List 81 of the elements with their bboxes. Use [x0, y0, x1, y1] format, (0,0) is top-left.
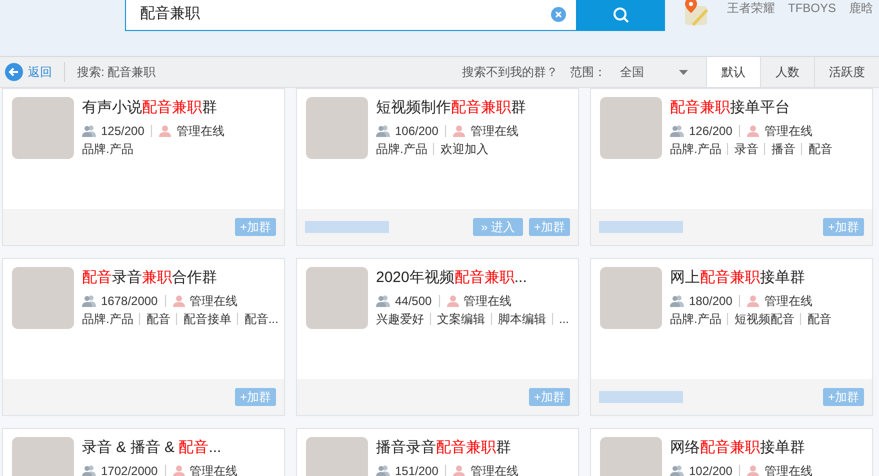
member-count: 102/200 [689, 463, 732, 476]
group-tag: 品牌.产品 [82, 310, 134, 328]
group-tag: 文案编辑 [437, 310, 485, 328]
member-count: 44/500 [395, 293, 432, 310]
group-title[interactable]: 配音录音兼职合作群 [82, 267, 278, 289]
group-tag: 配音... [244, 310, 278, 328]
admin-status: 管理在线 [176, 123, 224, 140]
person-icon [747, 295, 760, 307]
person-icon [747, 465, 760, 476]
person-icon [747, 125, 760, 137]
avatar-placeholder [600, 267, 662, 329]
search-field[interactable]: 配音兼职 [125, 0, 577, 31]
member-count: 125/200 [101, 123, 144, 140]
admin-status: 管理在线 [190, 293, 238, 310]
group-tag: 品牌.产品 [82, 140, 134, 158]
map-pin-icon[interactable] [683, 0, 709, 26]
member-count: 106/200 [395, 123, 438, 140]
admin-status: 管理在线 [764, 123, 812, 140]
avatar-placeholder [12, 267, 74, 329]
person-icon [159, 125, 172, 137]
members-icon [376, 465, 390, 476]
admin-status: 管理在线 [464, 293, 512, 310]
group-tag: 录音 [734, 140, 758, 158]
members-icon [670, 125, 684, 137]
member-count: 180/200 [689, 293, 732, 310]
clear-icon[interactable] [551, 7, 566, 22]
group-title[interactable]: 短视频制作配音兼职群 [376, 97, 526, 119]
member-count: 126/200 [689, 123, 732, 140]
group-tag: 兴趣爱好 [376, 310, 424, 328]
hot-search-link[interactable]: 王者荣耀 [727, 0, 775, 17]
range-dropdown[interactable]: 全国 [620, 63, 688, 81]
hot-search-link[interactable]: TFBOYS [788, 0, 836, 17]
avatar-placeholder [306, 97, 368, 159]
members-icon [670, 465, 684, 476]
group-tag: 配音接单 [183, 310, 232, 328]
group-title[interactable]: 2020年视频配音兼职... [376, 267, 570, 289]
person-icon [453, 465, 466, 476]
group-tag: 脚本编辑 [498, 310, 546, 328]
person-icon [172, 295, 185, 307]
group-tag: 播音 [771, 140, 796, 158]
hot-search-link[interactable]: 鹿晗 [849, 0, 874, 17]
members-icon [82, 295, 96, 307]
not-found-link[interactable]: 搜索不到我的群？ [462, 63, 558, 81]
admin-status: 管理在线 [470, 123, 518, 140]
group-tag: 配音 [146, 310, 170, 328]
group-title[interactable]: 配音兼职接单平台 [670, 97, 832, 119]
person-icon [172, 465, 185, 476]
member-count: 1678/2000 [101, 293, 158, 310]
group-tag: 配音 [808, 140, 832, 158]
group-title[interactable]: 网络配音兼职接单群 [670, 437, 812, 459]
member-count: 151/200 [395, 463, 438, 476]
person-icon [446, 295, 459, 307]
group-title[interactable]: 播音录音配音兼职群 [376, 437, 518, 459]
group-tag: 品牌.产品 [670, 310, 722, 328]
avatar-placeholder [600, 97, 662, 159]
group-tag: 短视频配音 [734, 310, 794, 328]
caret-icon [679, 70, 688, 74]
members-icon [376, 125, 390, 137]
members-icon [670, 295, 684, 307]
group-tag: ... [559, 310, 570, 328]
group-tag: 欢迎加入 [440, 140, 488, 158]
members-icon [82, 125, 96, 137]
sort-tab[interactable]: 默认 [706, 57, 760, 87]
member-count: 1702/2000 [101, 463, 158, 476]
range-label: 范围： [570, 64, 606, 81]
members-icon [82, 465, 96, 476]
search-query-text: 搜索: 配音兼职 [77, 64, 156, 81]
search-input[interactable]: 配音兼职 [140, 3, 551, 26]
search-icon [612, 6, 630, 24]
avatar-placeholder [306, 267, 368, 329]
group-tag: 配音 [807, 310, 832, 328]
members-icon [376, 295, 390, 307]
group-tag: 品牌.产品 [670, 140, 722, 158]
group-tag: 品牌.产品 [376, 140, 428, 158]
group-title[interactable]: 有声小说配音兼职群 [82, 97, 224, 119]
group-title[interactable]: 录音 & 播音 & 配音... [82, 437, 238, 459]
admin-status: 管理在线 [764, 293, 812, 310]
avatar-placeholder [12, 97, 74, 159]
person-icon [453, 125, 466, 137]
search-button[interactable] [577, 0, 665, 31]
group-title[interactable]: 网上配音兼职接单群 [670, 267, 832, 289]
